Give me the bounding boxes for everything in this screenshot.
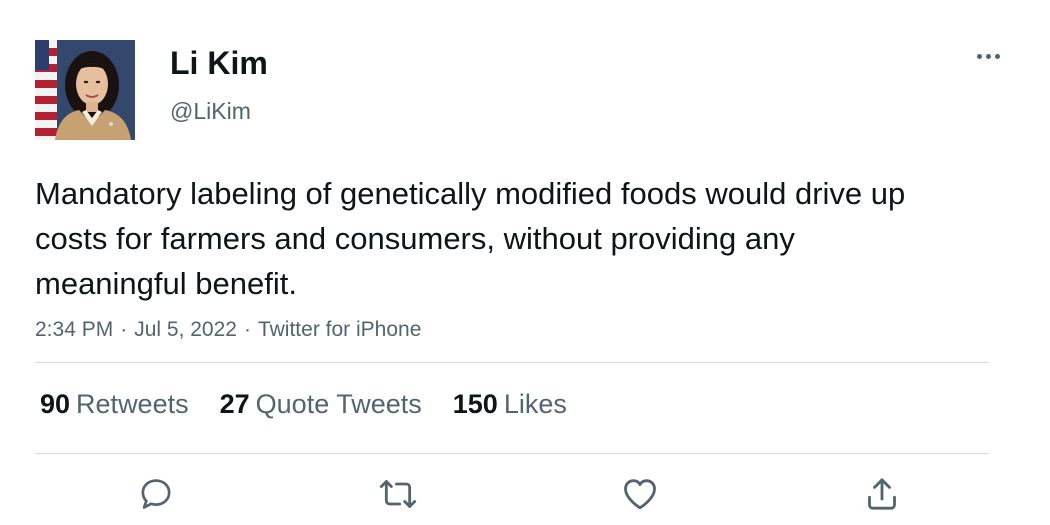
- reply-button[interactable]: [136, 474, 176, 514]
- likes-stat[interactable]: 150 Likes: [453, 387, 567, 421]
- profile-photo: [35, 40, 135, 140]
- retweet-button[interactable]: [378, 474, 418, 514]
- avatar[interactable]: [35, 40, 135, 140]
- meta-separator: ·: [243, 318, 251, 341]
- reply-icon: [141, 479, 171, 509]
- likes-label: Likes: [503, 389, 567, 419]
- divider: [35, 453, 989, 454]
- retweets-stat[interactable]: 90 Retweets: [40, 387, 189, 421]
- more-icon: [976, 53, 982, 59]
- more-icon-dot: [994, 53, 1000, 59]
- quote-tweets-count: 27: [219, 389, 250, 419]
- tweet-date[interactable]: Jul 5, 2022: [134, 318, 237, 341]
- quote-tweets-label: Quote Tweets: [255, 389, 422, 419]
- tweet-source[interactable]: Twitter for iPhone: [258, 318, 421, 341]
- quote-tweets-stat[interactable]: 27 Quote Tweets: [220, 387, 422, 421]
- like-icon: [624, 479, 656, 510]
- tweet-text: Mandatory labeling of genetically modifi…: [35, 176, 906, 301]
- engagement-stats: 90 Retweets 27 Quote Tweets 150 Likes: [40, 387, 567, 421]
- share-icon: [868, 478, 896, 510]
- likes-count: 150: [452, 389, 498, 419]
- more-options-button[interactable]: [968, 44, 1008, 68]
- tweet-time[interactable]: 2:34 PM: [35, 318, 113, 341]
- tweet-meta: 2:34 PM · Jul 5, 2022 · Twitter for iPhone: [35, 316, 421, 344]
- author-display-name[interactable]: Li Kim: [170, 44, 268, 82]
- divider: [35, 362, 989, 363]
- retweet-icon: [379, 480, 417, 508]
- author-handle[interactable]: @LiKim: [170, 97, 251, 125]
- like-button[interactable]: [620, 474, 660, 514]
- meta-separator: ·: [120, 318, 128, 341]
- retweets-count: 90: [40, 389, 71, 419]
- retweets-label: Retweets: [76, 389, 189, 419]
- more-icon-dot: [985, 53, 991, 59]
- share-button[interactable]: [862, 474, 902, 514]
